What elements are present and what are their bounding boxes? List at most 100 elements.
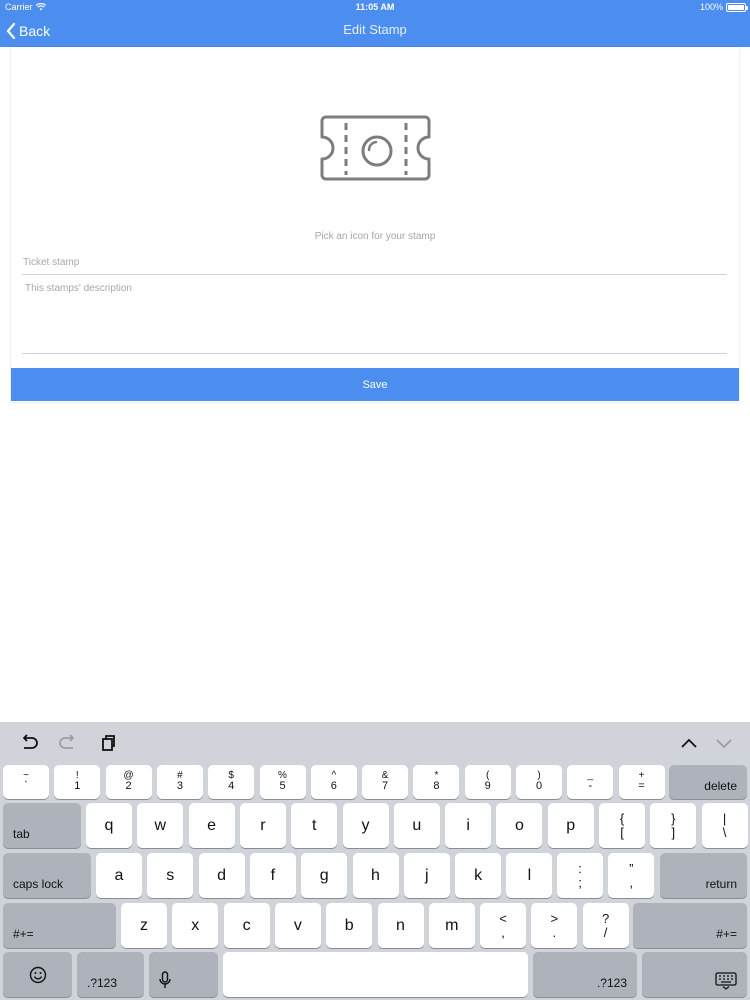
symbol-key-r3-0-labels: :; (578, 862, 582, 889)
dismiss-keyboard-key[interactable] (642, 952, 747, 997)
redo-button[interactable] (57, 732, 79, 754)
undo-button[interactable] (18, 732, 40, 754)
emoji-key[interactable] (3, 952, 72, 997)
letter-key-s[interactable]: s (147, 853, 194, 898)
number-key-0-labels: ~ ` (23, 770, 29, 793)
next-field-button[interactable] (713, 732, 735, 754)
letter-key-c[interactable]: c (223, 903, 270, 948)
number-key-0[interactable]: ~ ` (3, 765, 49, 799)
number-key-10[interactable]: ) 0 (516, 765, 562, 799)
numbers-key-left[interactable]: .?123 (77, 952, 144, 997)
letter-key-u[interactable]: u (393, 803, 440, 848)
number-key-2-label: 2 (125, 780, 132, 793)
number-key-10-label: 0 (535, 780, 543, 793)
letter-key-m[interactable]: m (428, 903, 475, 948)
letter-key-w[interactable]: w (137, 803, 184, 848)
letter-key-t[interactable]: t (291, 803, 338, 848)
letter-key-f[interactable]: f (249, 853, 296, 898)
symbol-key-r4-0-labels: <, (499, 912, 507, 939)
letter-key-l[interactable]: l (506, 853, 553, 898)
symbol-key-r3-0-label: ; (578, 874, 582, 890)
letter-key-x-label: x (191, 916, 200, 934)
number-key-3[interactable]: #3 (156, 765, 203, 799)
letter-key-t-label: t (311, 816, 317, 834)
symbol-key-r2-1-label: ] (671, 824, 676, 840)
stamp-title-input[interactable] (22, 251, 727, 275)
number-key-10-labels: ) 0 (535, 770, 543, 793)
emoji-icon (29, 966, 46, 983)
symbol-key-r4-0[interactable]: <, (480, 903, 526, 948)
symbols-key-right[interactable]: #+= (633, 903, 747, 948)
letter-key-m-label: m (445, 916, 459, 934)
number-key-12[interactable]: + = (618, 765, 665, 799)
letter-key-x[interactable]: x (172, 903, 219, 948)
save-button[interactable]: Save (11, 368, 739, 401)
chevron-up-icon (681, 738, 697, 748)
number-key-4[interactable]: $4 (208, 765, 255, 799)
battery-icon (726, 2, 748, 12)
letter-key-n[interactable]: n (377, 903, 424, 948)
return-key[interactable]: return (660, 853, 747, 898)
number-key-12-labels: + = (638, 770, 644, 793)
number-key-7[interactable]: & 7 (362, 765, 409, 799)
letter-key-d[interactable]: d (198, 853, 245, 898)
tab-key[interactable]: tab (3, 803, 81, 848)
previous-field-button[interactable] (678, 732, 700, 754)
number-key-8[interactable]: * 8 (413, 765, 460, 799)
letter-key-u-label: u (412, 816, 422, 834)
symbol-key-r2-1[interactable]: }] (650, 803, 697, 848)
symbol-key-r3-1[interactable]: ”, (608, 853, 655, 898)
paste-button[interactable] (97, 732, 119, 754)
letter-key-a[interactable]: a (96, 853, 142, 898)
numbers-key-right[interactable]: .?123 (533, 952, 637, 997)
symbol-key-r3-1-label: , (629, 874, 634, 890)
number-key-4-labels: $4 (228, 770, 234, 793)
ticket-icon (320, 115, 431, 181)
pick-icon-label: Pick an icon for your stamp (314, 231, 436, 242)
delete-key[interactable]: delete (669, 765, 747, 799)
symbol-key-r4-2[interactable]: ? / (582, 903, 629, 948)
symbol-key-r4-2-shift-label: ? (601, 910, 610, 926)
symbol-key-r2-2[interactable]: | \ (701, 803, 748, 848)
number-key-7-label: 7 (382, 780, 389, 793)
number-key-6-label: 6 (330, 780, 337, 793)
letter-key-o[interactable]: o (496, 803, 543, 848)
symbol-key-r4-1[interactable]: >. (531, 903, 578, 948)
space-key[interactable] (223, 952, 528, 997)
letter-key-v[interactable]: v (274, 903, 321, 948)
number-key-9[interactable]: (9 (464, 765, 511, 799)
letter-key-p-label: p (566, 816, 576, 834)
chevron-down-icon (716, 739, 732, 749)
letter-key-i[interactable]: i (445, 803, 492, 848)
symbols-key-left[interactable]: #+= (3, 903, 116, 948)
letter-key-j-label: j (425, 866, 429, 884)
letter-key-r[interactable]: r (239, 803, 286, 848)
letter-key-h[interactable]: h (352, 853, 399, 898)
number-key-9-labels: (9 (485, 770, 491, 793)
letter-key-k[interactable]: k (455, 853, 502, 898)
number-key-1[interactable]: ! 1 (54, 765, 101, 799)
number-key-11-labels: _ - (588, 770, 594, 793)
caps-lock-key[interactable]: caps lock (3, 853, 91, 898)
symbol-key-r2-0[interactable]: {[ (599, 803, 645, 848)
stamp-icon-picker[interactable] (318, 111, 436, 191)
letter-key-z[interactable]: z (121, 903, 167, 948)
letter-key-p[interactable]: p (547, 803, 594, 848)
letter-key-q[interactable]: q (86, 803, 132, 848)
letter-key-b[interactable]: b (326, 903, 373, 948)
status-time: 11:05 AM (355, 2, 395, 12)
symbol-key-r3-0[interactable]: :; (557, 853, 603, 898)
letter-key-e[interactable]: e (188, 803, 235, 848)
letter-key-g[interactable]: g (301, 853, 348, 898)
letter-key-g-label: g (319, 866, 329, 884)
letter-key-j[interactable]: j (403, 853, 450, 898)
numbers-key-left-label: .?123 (87, 976, 118, 990)
number-key-2[interactable]: @2 (105, 765, 152, 799)
letter-key-y[interactable]: y (342, 803, 389, 848)
dictation-key[interactable] (149, 952, 218, 997)
stamp-description-input[interactable] (22, 280, 727, 354)
number-key-5[interactable]: % 5 (259, 765, 306, 799)
letter-key-w-label: w (154, 816, 167, 834)
number-key-11[interactable]: _ - (567, 765, 614, 799)
number-key-6[interactable]: ^ 6 (310, 765, 357, 799)
